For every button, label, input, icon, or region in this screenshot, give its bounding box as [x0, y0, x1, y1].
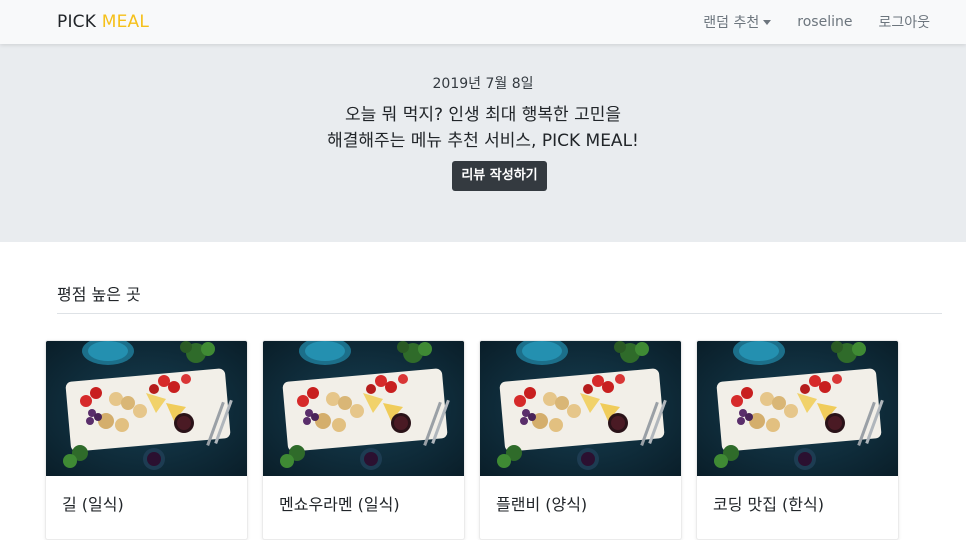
- top-navbar: PICK MEAL 랜덤 추천 roseline 로그아웃: [0, 0, 966, 44]
- nav-links: 랜덤 추천 roseline 로그아웃: [677, 0, 930, 44]
- nav-random-recommend-label: 랜덤 추천: [703, 15, 760, 31]
- nav-logout[interactable]: 로그아웃: [878, 12, 930, 32]
- hero-lead: 오늘 뭐 먹지? 인생 최대 행복한 고민을 해결해주는 메뉴 추천 서비스, …: [0, 102, 966, 154]
- restaurant-card-title: 플랜비 (양식): [496, 495, 588, 514]
- restaurant-card[interactable]: 플랜비 (양식): [479, 340, 682, 540]
- nav-username[interactable]: roseline: [797, 14, 852, 30]
- restaurant-card-title: 길 (일식): [62, 495, 124, 514]
- nav-random-recommend-dropdown[interactable]: 랜덤 추천: [703, 12, 772, 32]
- food-platter-image: [480, 341, 681, 476]
- restaurant-card[interactable]: 코딩 맛집 (한식): [696, 340, 899, 540]
- restaurant-card-title: 코딩 맛집 (한식): [713, 495, 824, 514]
- brand-text-pick: PICK: [57, 12, 97, 32]
- section-divider: [57, 313, 942, 314]
- food-platter-image: [263, 341, 464, 476]
- caret-down-icon: [763, 20, 772, 25]
- hero-date: 2019년 7월 8일: [432, 76, 534, 92]
- restaurant-card[interactable]: 길 (일식): [45, 340, 248, 540]
- section-title: 평점 높은 곳: [57, 285, 141, 304]
- write-review-button[interactable]: 리뷰 작성하기: [452, 161, 547, 191]
- hero-lead-line1: 오늘 뭐 먹지? 인생 최대 행복한 고민을: [344, 105, 622, 125]
- hero-lead-line2: 해결해주는 메뉴 추천 서비스, PICK MEAL!: [327, 131, 639, 151]
- restaurant-card-title: 멘쇼우라멘 (일식): [279, 495, 400, 514]
- brand-text-meal: MEAL: [101, 12, 150, 32]
- food-platter-image: [46, 341, 247, 476]
- nav-username-label: roseline: [797, 14, 853, 30]
- brand-logo[interactable]: PICK MEAL: [57, 11, 149, 33]
- hero-jumbotron: 2019년 7월 8일 오늘 뭐 먹지? 인생 최대 행복한 고민을 해결해주는…: [0, 44, 966, 242]
- food-platter-image: [697, 341, 898, 476]
- restaurant-card[interactable]: 멘쇼우라멘 (일식): [262, 340, 465, 540]
- nav-logout-label: 로그아웃: [878, 15, 930, 31]
